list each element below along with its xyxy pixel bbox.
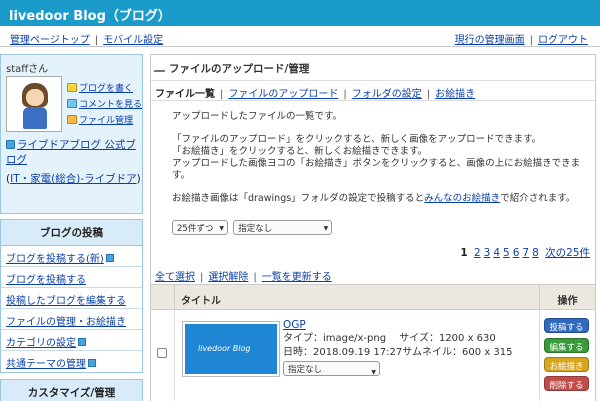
write-blog-link[interactable]: ブログを書く [79,84,133,94]
per-page-select[interactable]: 25件ずつ ▼ [172,220,228,235]
page-link[interactable]: 6 [513,247,520,259]
menu-item-edit-posts[interactable]: 投稿したブログを編集する [6,296,126,307]
site-title[interactable]: livedoor Blog（ブログ） [9,5,171,24]
menu-item-files[interactable]: ファイルの管理・お絵描き [6,317,126,328]
folder-filter-select[interactable]: 指定なし ▼ [233,220,333,235]
new-window-icon [105,254,114,262]
chevron-down-icon: ▼ [371,369,376,376]
post-menu: ブログの投稿 ブログを投稿する(新) ブログを投稿する 投稿したブログを編集する… [0,219,143,373]
customize-menu: カスタマイズ/管理 [0,379,143,401]
avatar[interactable] [6,76,62,132]
list-actions: 全て選択 | 選択解除 | 一覧を更新する [155,272,332,283]
file-name-link[interactable]: OGP [283,319,306,331]
file-folder-select[interactable]: 指定なし ▼ [283,361,380,376]
external-link-icon [6,140,15,149]
table-header: タイトル 操作 [151,284,595,310]
mobile-settings-link[interactable]: モバイル設定 [103,35,163,46]
tab-bar: ファイル一覧 | ファイルのアップロード | フォルダの設定 | お絵描き [151,81,595,101]
select-all-link[interactable]: 全て選択 [155,272,195,283]
page-link[interactable]: 4 [493,247,500,259]
refresh-list-link[interactable]: 一覧を更新する [262,272,332,283]
chevron-down-icon: ▼ [219,225,224,232]
file-date: 日時：2018.09.19 17:27サムネイル：600 x 315 [283,347,513,358]
edit-button[interactable]: 編集する [544,338,589,353]
page-link[interactable]: 2 [474,247,481,259]
page-link[interactable]: 5 [503,247,510,259]
file-type: タイプ：image/x-png サイズ：1200 x 630 [283,333,496,344]
pagination: 1 2345678 次の25件 [460,245,590,260]
view-comments-link[interactable]: コメントを見る [79,100,142,110]
header-bar: livedoor Blog（ブログ） [0,0,600,26]
current-page: 1 [460,247,468,259]
pen-icon [67,83,77,92]
menu-item-post-new[interactable]: ブログを投稿する(新) [6,254,104,265]
post-button[interactable]: 投稿する [544,318,589,333]
new-window-icon [78,338,86,346]
tab-upload[interactable]: ファイルのアップロード [228,89,338,100]
page-title: ファイルのアップロード/管理 [151,55,595,81]
file-manage-link[interactable]: ファイル管理 [79,116,133,126]
deselect-link[interactable]: 選択解除 [208,272,248,283]
chevron-down-icon: ▼ [323,225,329,232]
tab-file-list[interactable]: ファイル一覧 [155,89,215,100]
row-checkbox[interactable] [157,348,167,358]
file-table: タイトル 操作 livedoor Blog OGP タイプ：image/x-pn… [151,284,595,401]
everyones-drawings-link[interactable]: みんなのお絵描き [424,193,500,204]
main-panel: ファイルのアップロード/管理 ファイル一覧 | ファイルのアップロード | フォルダの設… [150,54,596,401]
column-ops: 操作 [539,285,595,309]
draw-button[interactable]: お絵描き [544,357,589,372]
page-link[interactable]: 8 [532,247,539,259]
comment-icon [67,99,77,108]
sub-navigation: 管理ページトップ | モバイル設定 現行の管理画面 | ログアウト [0,26,600,47]
next-page-link[interactable]: 次の25件 [545,247,590,259]
logout-link[interactable]: ログアウト [538,35,588,46]
user-box: staffさん ブログを書く コメントを見る ファイル管理 ライブドアブログ 公… [0,54,143,214]
current-admin-link[interactable]: 現行の管理画面 [455,35,525,46]
sidebar: staffさん ブログを書く コメントを見る ファイル管理 ライブドアブログ 公… [0,54,143,401]
page-link[interactable]: 7 [522,247,529,259]
new-window-icon [88,359,96,367]
column-title: タイトル [181,296,221,307]
page-link[interactable]: 3 [484,247,491,259]
menu-item-post[interactable]: ブログを投稿する [6,275,86,286]
category-link[interactable]: IT・家電(総合)-ライブドア [10,173,137,185]
delete-button[interactable]: 削除する [544,376,589,391]
blog-category: (IT・家電(総合)-ライブドア) [6,173,141,185]
user-name: staffさん [6,64,49,75]
admin-top-link[interactable]: 管理ページトップ [10,35,90,46]
menu-item-themes[interactable]: 共通テーマの管理 [6,359,86,370]
description: アップロードしたファイルの一覧です。 「ファイルのアップロード」をクリックすると… [172,111,581,204]
pencil-icon [153,63,170,72]
customize-menu-heading: カスタマイズ/管理 [1,380,142,401]
table-row: livedoor Blog OGP タイプ：image/x-png サイズ：12… [151,310,595,401]
tab-drawing[interactable]: お絵描き [435,89,475,100]
post-menu-heading: ブログの投稿 [1,220,142,246]
file-thumbnail[interactable]: livedoor Blog [182,321,280,377]
blog-name-link[interactable]: ライブドアブログ 公式ブログ [6,139,136,166]
folder-icon [67,115,77,124]
menu-item-categories[interactable]: カテゴリの設定 [6,338,76,349]
tab-folder-settings[interactable]: フォルダの設定 [352,89,422,100]
